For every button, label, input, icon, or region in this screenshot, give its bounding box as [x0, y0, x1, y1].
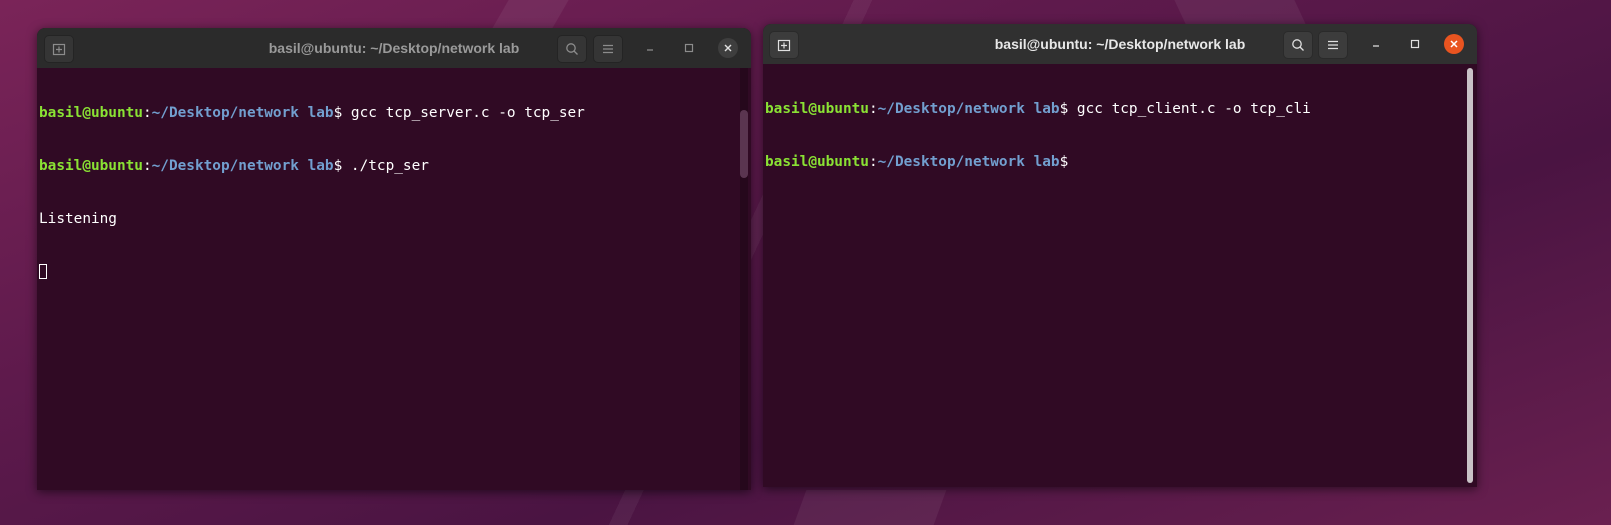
scrollbar[interactable]: [1466, 64, 1474, 487]
close-button[interactable]: [1444, 34, 1464, 54]
text-cursor: [39, 263, 47, 279]
hamburger-menu-icon: [603, 44, 613, 54]
prompt-user: basil@ubuntu: [39, 105, 143, 122]
search-icon: [1292, 39, 1304, 51]
window-title: basil@ubuntu: ~/Desktop/network lab: [268, 40, 520, 56]
terminal-line: Listening: [39, 211, 751, 229]
window-titlebar[interactable]: basil@ubuntu: ~/Desktop/network lab: [763, 24, 1477, 64]
prompt-symbol: $: [1059, 153, 1069, 170]
prompt-user: basil@ubuntu: [765, 101, 869, 118]
prompt-symbol: $: [333, 105, 351, 122]
maximize-icon: [1410, 39, 1420, 49]
prompt-separator: :: [868, 153, 878, 170]
maximize-icon: [684, 43, 694, 53]
prompt-path: ~/Desktop/network lab: [877, 101, 1060, 118]
prompt-separator: :: [868, 101, 878, 118]
output-text: Listening: [39, 210, 117, 227]
close-icon: [1450, 40, 1458, 48]
minimize-icon: [1373, 45, 1379, 47]
terminal-line: basil@ubuntu:~/Desktop/network lab$ gcc …: [765, 101, 1477, 119]
wallpaper-shard: [793, 490, 947, 525]
prompt-separator: :: [142, 105, 152, 122]
window-title: basil@ubuntu: ~/Desktop/network lab: [994, 36, 1246, 52]
menu-button[interactable]: [1318, 31, 1348, 59]
prompt-user: basil@ubuntu: [39, 157, 143, 174]
search-button[interactable]: [1283, 31, 1313, 59]
command-text: gcc tcp_client.c -o tcp_cli: [1076, 101, 1311, 118]
terminal-window-client[interactable]: basil@ubuntu: ~/Desktop/network lab basi…: [763, 24, 1477, 487]
scrollbar-thumb[interactable]: [740, 110, 748, 178]
wallpaper-shard: [491, 0, 569, 30]
minimize-button[interactable]: [640, 38, 660, 58]
minimize-icon: [647, 49, 653, 51]
prompt-user: basil@ubuntu: [765, 153, 869, 170]
terminal-line: [39, 263, 751, 282]
terminal-line: basil@ubuntu:~/Desktop/network lab$ ./tc…: [39, 158, 751, 176]
prompt-symbol: $: [1059, 101, 1077, 118]
terminal-line: basil@ubuntu:~/Desktop/network lab$ gcc …: [39, 105, 751, 123]
command-text: gcc tcp_server.c -o tcp_ser: [350, 105, 585, 122]
new-tab-button[interactable]: [769, 31, 799, 59]
scrollbar-thumb[interactable]: [1467, 68, 1473, 483]
window-titlebar[interactable]: basil@ubuntu: ~/Desktop/network lab: [37, 28, 751, 68]
prompt-separator: :: [142, 157, 152, 174]
terminal-line: basil@ubuntu:~/Desktop/network lab$: [765, 154, 1477, 172]
prompt-path: ~/Desktop/network lab: [151, 157, 334, 174]
command-text: ./tcp_ser: [350, 157, 429, 174]
new-tab-icon: [777, 39, 791, 52]
close-button[interactable]: [718, 38, 738, 58]
wallpaper-shard: [1174, 0, 1306, 24]
maximize-button[interactable]: [679, 38, 699, 58]
search-icon: [566, 43, 578, 55]
prompt-path: ~/Desktop/network lab: [151, 105, 334, 122]
terminal-output[interactable]: basil@ubuntu:~/Desktop/network lab$ gcc …: [763, 64, 1477, 487]
minimize-button[interactable]: [1366, 34, 1386, 54]
search-button[interactable]: [557, 35, 587, 63]
scrollbar[interactable]: [740, 68, 748, 490]
close-icon: [724, 44, 732, 52]
terminal-window-server[interactable]: basil@ubuntu: ~/Desktop/network lab basi…: [37, 28, 751, 490]
terminal-output[interactable]: basil@ubuntu:~/Desktop/network lab$ gcc …: [37, 68, 751, 490]
prompt-symbol: $: [333, 157, 351, 174]
prompt-path: ~/Desktop/network lab: [877, 153, 1060, 170]
hamburger-menu-icon: [1328, 40, 1338, 50]
new-tab-icon: [52, 43, 66, 56]
menu-button[interactable]: [593, 35, 623, 63]
new-tab-button[interactable]: [44, 35, 74, 63]
maximize-button[interactable]: [1405, 34, 1425, 54]
